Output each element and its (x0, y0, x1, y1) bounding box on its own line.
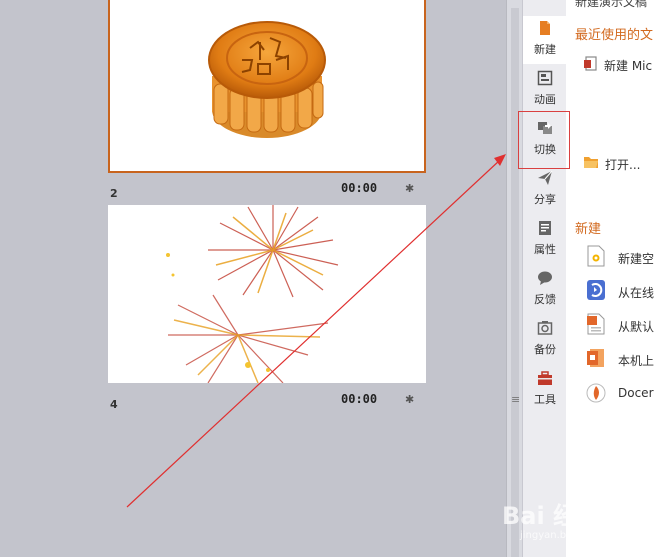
tab-transition[interactable]: 切换 (523, 116, 567, 164)
new-item-local[interactable]: 本机上 (618, 352, 654, 369)
pane-title: 新建演示文稿 (575, 0, 648, 9)
new-item-docer[interactable]: Docer (618, 386, 654, 400)
slide-thumbnail-panel: 2 00:00 ✱ 4 00:00 ✱ (0, 0, 506, 557)
baidu-watermark-url: jingyan.baidu.com (520, 530, 613, 541)
animation-icon (537, 70, 553, 86)
new-item-blank[interactable]: 新建空 (618, 250, 654, 267)
tab-animation[interactable]: 动画 (523, 66, 567, 114)
tab-label: 备份 (534, 343, 556, 356)
mooncake-image (208, 21, 326, 138)
local-template-icon (587, 349, 604, 367)
tab-share[interactable]: 分享 (523, 166, 567, 214)
docer-icon (586, 383, 606, 403)
slide-transition-star-icon[interactable]: ✱ (405, 182, 414, 195)
tab-label: 分享 (534, 193, 556, 206)
blank-presentation-icon (587, 245, 605, 267)
recent-section-title: 最近使用的文 (575, 28, 654, 43)
slide-time: 00:00 (341, 392, 378, 406)
slide-thumbnail-mooncake[interactable] (108, 0, 426, 173)
fireworks-image (166, 205, 339, 384)
tab-label: 反馈 (534, 293, 556, 306)
slide-transition-star-icon[interactable]: ✱ (405, 393, 414, 406)
slide-thumbnail-fireworks[interactable] (108, 205, 426, 384)
new-file-icon (540, 21, 550, 35)
splitter-grip-icon[interactable]: ≡ (511, 394, 520, 405)
new-item-default[interactable]: 从默认 (618, 318, 654, 335)
tab-label: 工具 (534, 393, 556, 406)
tab-label: 动画 (534, 93, 556, 106)
baidu-watermark: Bai 经验 (502, 502, 602, 530)
pane-splitter-scrollbar[interactable] (506, 0, 522, 557)
slide-time: 00:00 (341, 181, 378, 195)
backup-icon (537, 321, 553, 335)
tab-new[interactable]: 新建 (523, 16, 567, 64)
new-section-title: 新建 (575, 222, 602, 237)
toolbox-icon (538, 371, 552, 385)
transition-icon (538, 122, 552, 134)
feedback-icon (538, 271, 552, 285)
properties-icon (539, 221, 551, 235)
share-icon (538, 170, 553, 185)
tab-label: 新建 (534, 43, 556, 56)
new-item-online[interactable]: 从在线 (618, 284, 654, 301)
tab-tools[interactable]: 工具 (523, 366, 567, 414)
tab-backup[interactable]: 备份 (523, 316, 567, 364)
default-template-icon (587, 313, 605, 335)
document-icon (584, 56, 597, 71)
folder-open-icon (584, 157, 598, 168)
tab-label: 切换 (534, 143, 556, 156)
online-template-icon (587, 280, 605, 300)
tab-label: 属性 (534, 243, 556, 256)
recent-item[interactable]: 新建 Mic (604, 57, 652, 74)
tab-feedback[interactable]: 反馈 (523, 266, 567, 314)
task-pane: 新建演示文稿 最近使用的文 新建 Mic 打开... 新建 新建空 从在线 从默… (566, 0, 654, 557)
scrollbar-track[interactable] (511, 8, 519, 557)
open-link[interactable]: 打开... (605, 156, 640, 173)
task-pane-tabs: 新建 动画 切换 分享 属性 反馈 备份 工具 (522, 0, 567, 557)
tab-properties[interactable]: 属性 (523, 216, 567, 264)
slide-number: 4 (110, 398, 118, 411)
slide-number: 2 (110, 187, 118, 200)
